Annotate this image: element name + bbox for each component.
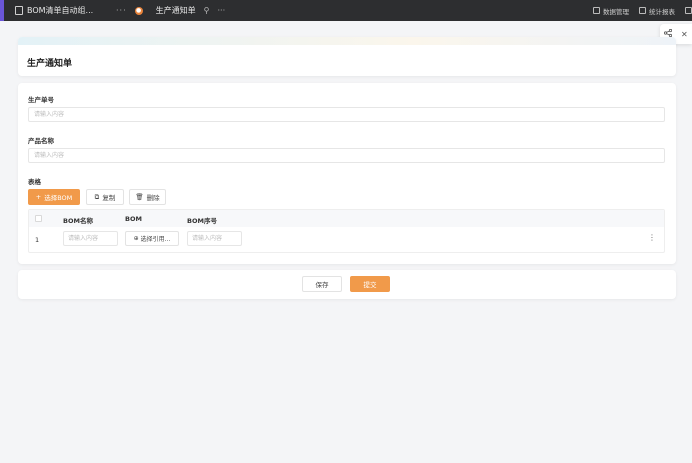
product-name-input[interactable]: 请输入内容 [28, 148, 665, 163]
select-reference-label: 选择引用... [140, 236, 171, 243]
table-header: BOM名称 BOM BOM序号 [29, 210, 664, 227]
top-bar: BOM清单自动组... ··· ● 生产通知单 ⚲ ··· 数据管理 统计报表 [0, 0, 692, 21]
stats-report-button[interactable]: 统计报表 [639, 6, 675, 16]
link-icon[interactable]: ⚲ [204, 6, 210, 15]
page-title: 生产通知单 [27, 59, 73, 69]
data-manage-button[interactable]: 数据管理 [593, 6, 629, 16]
form-card: 生产单号 请输入内容 产品名称 请输入内容 表格 + 选择BOM ⧉ 复制 🗑 … [18, 83, 676, 264]
row-index: 1 [35, 236, 40, 244]
menu-icon [685, 7, 692, 14]
product-name-label: 产品名称 [28, 137, 54, 145]
bom-seq-input[interactable]: 请输入内容 [187, 231, 242, 246]
document-icon [15, 6, 23, 15]
save-button[interactable]: 保存 [302, 276, 342, 292]
submit-button[interactable]: 提交 [350, 276, 390, 292]
delete-label: 删除 [146, 194, 160, 202]
column-header-bom-seq: BOM序号 [187, 217, 217, 225]
column-header-bom-name: BOM名称 [63, 217, 93, 225]
tab-production-notice[interactable]: 生产通知单 [156, 5, 196, 16]
copy-button[interactable]: ⧉ 复制 [86, 189, 124, 205]
plus-icon: + [35, 193, 42, 201]
order-no-input[interactable]: 请输入内容 [28, 107, 665, 122]
data-manage-label: 数据管理 [603, 7, 629, 16]
select-all-checkbox[interactable] [35, 215, 42, 222]
tab2-more-icon[interactable]: ··· [218, 6, 226, 15]
copy-icon: ⧉ [94, 192, 100, 201]
select-bom-label: 选择BOM [44, 194, 73, 202]
stats-report-label: 统计报表 [649, 7, 675, 16]
trash-icon: 🗑 [135, 193, 144, 201]
title-card: 生产通知单 [18, 37, 676, 76]
row-more-icon[interactable]: ⋮ [648, 233, 656, 242]
database-icon [593, 7, 600, 14]
column-header-bom: BOM [125, 215, 142, 223]
chart-icon [639, 7, 646, 14]
footer-card: 保存 提交 [18, 270, 676, 299]
tab-more-icon[interactable]: ··· [116, 6, 127, 15]
bom-table: BOM名称 BOM BOM序号 1 请输入内容 ⊕ 选择引用... 请输入内容 … [28, 209, 665, 253]
copy-label: 复制 [102, 194, 116, 202]
close-icon[interactable]: ✕ [681, 30, 688, 39]
tab-bom-list-label: BOM清单自动组... [27, 6, 94, 15]
title-gradient [18, 37, 676, 45]
topbar-accent [0, 0, 4, 21]
tab-bom-list[interactable]: BOM清单自动组... [15, 5, 106, 16]
delete-button[interactable]: 🗑 删除 [129, 189, 166, 205]
select-reference-button[interactable]: ⊕ 选择引用... [125, 231, 179, 246]
order-no-label: 生产单号 [28, 96, 54, 104]
topbar-right: 数据管理 统计报表 [593, 0, 692, 21]
plus-circle-icon: ⊕ [133, 235, 139, 242]
table-label: 表格 [28, 178, 41, 186]
bom-name-input[interactable]: 请输入内容 [63, 231, 118, 246]
app-badge-icon[interactable]: ● [134, 6, 143, 15]
more-menu-button[interactable] [685, 7, 692, 14]
select-bom-button[interactable]: + 选择BOM [28, 189, 80, 205]
